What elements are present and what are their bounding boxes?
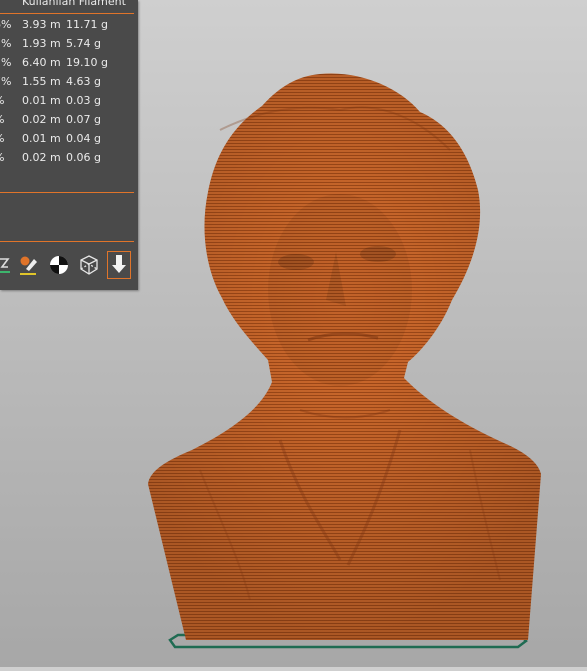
row-weight: 5.74 g bbox=[66, 37, 101, 50]
row-length: 1.93 m bbox=[22, 37, 61, 50]
view-toolbar bbox=[0, 251, 138, 281]
row-percent: 5% bbox=[0, 56, 12, 69]
toolbar-divider bbox=[0, 241, 134, 242]
partial-tool-icon[interactable] bbox=[0, 251, 18, 279]
row-length: 1.55 m bbox=[22, 75, 61, 88]
row-length: 0.01 m bbox=[22, 94, 61, 107]
paint-tool-icon[interactable] bbox=[17, 251, 41, 279]
row-percent: % bbox=[0, 132, 14, 145]
row-weight: 0.07 g bbox=[66, 113, 101, 126]
row-weight: 0.03 g bbox=[66, 94, 101, 107]
row-weight: 0.06 g bbox=[66, 151, 101, 164]
row-weight: 0.04 g bbox=[66, 132, 101, 145]
sliced-bust-model bbox=[148, 73, 541, 640]
header-divider bbox=[0, 13, 134, 14]
row-percent: % bbox=[0, 151, 14, 164]
row-length: 6.40 m bbox=[22, 56, 61, 69]
row-length: 0.02 m bbox=[22, 151, 61, 164]
row-weight: 19.10 g bbox=[66, 56, 108, 69]
row-weight: 11.71 g bbox=[66, 18, 108, 31]
row-length: 0.01 m bbox=[22, 132, 61, 145]
row-length: 0.02 m bbox=[22, 113, 61, 126]
export-download-icon[interactable] bbox=[107, 251, 131, 279]
row-percent: 7% bbox=[0, 75, 12, 88]
row-percent: 6% bbox=[0, 18, 12, 31]
row-percent: 5% bbox=[0, 37, 12, 50]
contrast-circle-icon[interactable] bbox=[47, 251, 71, 279]
filament-usage-panel: Kullanılan Filament 6% 3.93 m 11.71 g 5%… bbox=[0, 0, 138, 290]
panel-header: Kullanılan Filament bbox=[22, 0, 126, 8]
row-length: 3.93 m bbox=[22, 18, 61, 31]
row-percent: % bbox=[0, 113, 14, 126]
section-divider bbox=[0, 192, 134, 193]
row-weight: 4.63 g bbox=[66, 75, 101, 88]
wireframe-cube-icon[interactable] bbox=[77, 251, 101, 279]
row-percent: % bbox=[0, 94, 14, 107]
